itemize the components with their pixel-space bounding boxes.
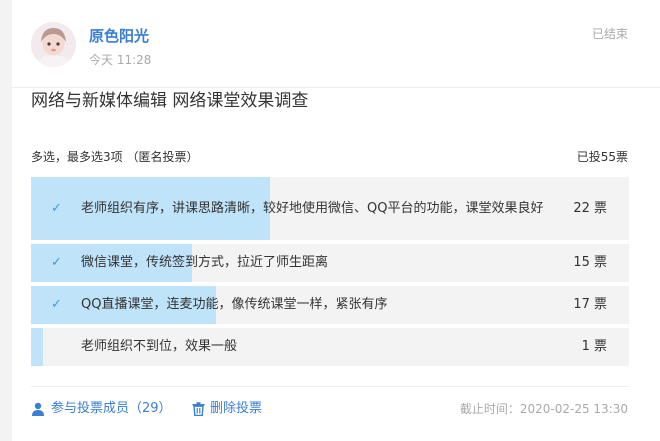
- poll-option[interactable]: ✓ 微信课堂，传统签到方式，拉近了师生距离 15 票: [31, 244, 629, 282]
- option-votes: 17 票: [573, 297, 607, 312]
- vote-total: 已投55票: [576, 150, 628, 164]
- poll-option[interactable]: ✓ 老师组织有序，讲课思路清晰，较好地使用微信、QQ平台的功能，课堂效果良好 2…: [31, 177, 629, 240]
- deadline: 截止时间：2020-02-25 13:30: [459, 402, 628, 416]
- left-strip: [0, 0, 12, 441]
- post-time: 今天 11:28: [89, 53, 152, 67]
- avatar[interactable]: [31, 22, 76, 67]
- trash-icon: [192, 402, 205, 416]
- check-icon: ✓: [51, 200, 62, 216]
- check-icon: ✓: [51, 255, 62, 270]
- option-label: QQ直播课堂，连麦功能，像传统课堂一样，紧张有序: [81, 297, 388, 312]
- poll-title: 网络与新媒体编辑 网络课堂效果调查: [31, 91, 309, 111]
- status-label: 已结束: [591, 27, 628, 41]
- option-votes: 22 票: [573, 200, 607, 216]
- footer-divider: [31, 386, 629, 387]
- option-label: 微信课堂，传统签到方式，拉近了师生距离: [81, 255, 329, 270]
- members-label: 参与投票成员（29）: [51, 401, 172, 416]
- members-button[interactable]: 参与投票成员（29）: [31, 401, 172, 417]
- header-divider: [12, 87, 660, 88]
- user-icon: [32, 402, 44, 416]
- author-name[interactable]: 原色阳光: [89, 27, 149, 45]
- option-label: 老师组织有序，讲课思路清晰，较好地使用微信、QQ平台的功能，课堂效果良好: [81, 200, 544, 216]
- option-votes: 15 票: [573, 255, 607, 270]
- delete-label: 删除投票: [210, 401, 263, 416]
- poll-option[interactable]: ✓ QQ直播课堂，连麦功能，像传统课堂一样，紧张有序 17 票: [31, 286, 629, 324]
- poll-option[interactable]: 老师组织不到位，效果一般 1 票: [31, 328, 629, 366]
- delete-poll-button[interactable]: 删除投票: [192, 401, 262, 417]
- option-votes: 1 票: [581, 339, 607, 354]
- vote-fill-bar: [31, 328, 43, 366]
- check-icon: ✓: [51, 297, 62, 312]
- poll-mode: 多选，最多选3项 （匿名投票）: [31, 150, 199, 164]
- option-label: 老师组织不到位，效果一般: [81, 339, 238, 354]
- poll-options: ✓ 老师组织有序，讲课思路清晰，较好地使用微信、QQ平台的功能，课堂效果良好 2…: [31, 177, 629, 370]
